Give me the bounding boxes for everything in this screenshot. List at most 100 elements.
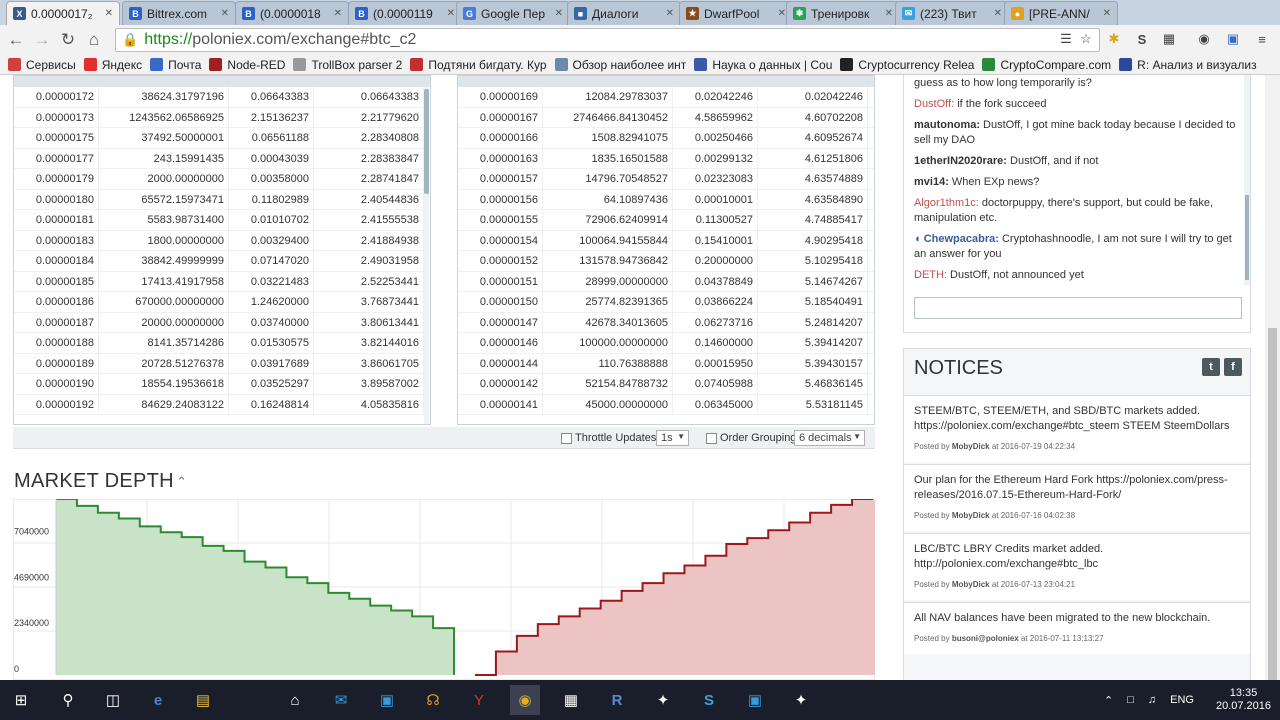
table-row[interactable]: 0.00000144 110.76388888 0.00015950 5.394301… (458, 353, 874, 374)
notice-author[interactable]: busoni@poloniex (952, 634, 1019, 643)
table-row[interactable]: 0.00000177 243.15991435 0.00043039 2.283838… (14, 148, 430, 169)
notice-author[interactable]: MobyDick (952, 511, 990, 520)
chat-username[interactable]: 1etherIN2020rare: (914, 155, 1007, 167)
skype-icon[interactable]: S (694, 685, 724, 715)
page-scrollbar-thumb[interactable] (1268, 328, 1277, 680)
app-window-icon[interactable]: ▣ (740, 685, 770, 715)
tab-5[interactable]: ■ Диалоги ✕ (567, 1, 681, 25)
table-row[interactable]: 0.00000185 17413.41917958 0.03221483 2.5225… (14, 271, 430, 292)
table-row[interactable]: 0.00000189 20728.51276378 0.03917689 3.8606… (14, 353, 430, 374)
table-row[interactable]: 0.00000155 72906.62409914 0.11300527 4.7488… (458, 210, 874, 231)
close-icon[interactable]: ✕ (666, 8, 674, 19)
throttle-select[interactable]: 1s ▼ (656, 430, 689, 446)
clock[interactable]: 13:35 20.07.2016 (1216, 687, 1271, 713)
table-row[interactable]: 0.00000184 38842.49999999 0.07147020 2.4903… (14, 251, 430, 272)
tab-4[interactable]: G Google Пер ✕ (456, 1, 570, 25)
table-row[interactable]: 0.00000183 1800.00000000 0.00329400 2.41884… (14, 230, 430, 251)
menu-icon[interactable]: ≡ (1251, 28, 1273, 50)
tab-9[interactable]: ● [PRE-ANN/ ✕ (1004, 1, 1118, 25)
table-row[interactable]: 0.00000169 12084.29783037 0.02042246 0.0204… (458, 87, 874, 108)
scrollbar-thumb[interactable] (424, 89, 429, 194)
home-app-icon[interactable]: ⌂ (280, 685, 310, 715)
tab-6[interactable]: ★ DwarfPool ✕ (679, 1, 793, 25)
chat-username[interactable]: DETH: (914, 269, 947, 281)
chat-username[interactable]: Algor1thm1c: (914, 197, 979, 209)
task-view-icon[interactable]: ◫ (98, 685, 128, 715)
reload-icon[interactable]: ↻ (55, 27, 81, 53)
close-icon[interactable]: ✕ (994, 8, 1002, 19)
close-icon[interactable]: ✕ (334, 8, 342, 19)
tab-7[interactable]: ✱ Тренировк ✕ (786, 1, 900, 25)
close-icon[interactable]: ✕ (221, 8, 229, 19)
volume-icon[interactable]: ♫ (1148, 694, 1156, 706)
chat-input[interactable] (914, 297, 1242, 319)
table-row[interactable]: 0.00000150 25774.82391365 0.03866224 5.1854… (458, 292, 874, 313)
bookmark-item[interactable]: Cryptocurrency Relea (840, 58, 974, 72)
tab-2[interactable]: B (0.0000018 ✕ (235, 1, 349, 25)
grouping-checkbox[interactable] (706, 433, 717, 444)
table-row[interactable]: 0.00000187 20000.00000000 0.03740000 3.8061… (14, 312, 430, 333)
grouping-select[interactable]: 6 decimals ▼ (794, 430, 865, 446)
table-row[interactable]: 0.00000154 100064.94155844 0.15410001 4.902… (458, 230, 874, 251)
table-row[interactable]: 0.00000142 52154.84788732 0.07405988 5.4683… (458, 374, 874, 395)
table-row[interactable]: 0.00000175 37492.50000001 0.06561188 2.2834… (14, 128, 430, 149)
language-indicator[interactable]: ENG (1170, 694, 1194, 706)
bookmark-item[interactable]: Node-RED (209, 58, 285, 72)
chat-username[interactable]: Chewpacabra: (924, 233, 999, 245)
table-row[interactable]: 0.00000192 84629.24083122 0.16248814 4.0583… (14, 394, 430, 415)
bookmark-item[interactable]: Почта (150, 58, 201, 72)
table-row[interactable]: 0.00000186 670000.00000000 1.24620000 3.768… (14, 292, 430, 313)
table-row[interactable]: 0.00000167 2746466.84130452 4.58659962 4.60… (458, 107, 874, 128)
close-icon[interactable]: ✕ (1103, 8, 1111, 19)
table-row[interactable]: 0.00000190 18554.19536618 0.03525297 3.8958… (14, 374, 430, 395)
tray-chevron-icon[interactable]: ⌃ (1104, 694, 1113, 707)
bookmark-item[interactable]: Наука о данных | Cou (694, 58, 832, 72)
close-icon[interactable]: ✕ (555, 8, 563, 19)
close-icon[interactable]: ✕ (105, 8, 113, 19)
r-app-icon[interactable]: R (602, 685, 632, 715)
back-icon[interactable]: ← (3, 27, 29, 53)
chat-scrollbar-thumb[interactable] (1245, 195, 1249, 280)
bookmark-item[interactable]: CryptoCompare.com (982, 58, 1111, 72)
table-row[interactable]: 0.00000181 5583.98731400 0.01010702 2.41555… (14, 210, 430, 231)
mail-app-icon[interactable]: ✉ (326, 685, 356, 715)
extension-s-icon[interactable]: S (1131, 28, 1153, 50)
bookmark-item[interactable]: Яндекс (83, 58, 142, 72)
file-explorer-icon[interactable]: ▤ (188, 685, 218, 715)
table-row[interactable]: 0.00000179 2000.00000000 0.00358000 2.28741… (14, 169, 430, 190)
facebook-icon[interactable]: f (1224, 358, 1242, 376)
table-row[interactable]: 0.00000163 1835.16501588 0.00299132 4.61251… (458, 148, 874, 169)
close-icon[interactable]: ✕ (885, 8, 893, 19)
table-row[interactable]: 0.00000173 1243562.06586925 2.15136237 2.21… (14, 107, 430, 128)
tab-8[interactable]: ✉ (223) Твит ✕ (895, 1, 1009, 25)
bookmark-item[interactable]: Обзор наиболее инт (554, 58, 686, 72)
windows-start-icon[interactable]: ⊞ (6, 685, 36, 715)
tab-0[interactable]: X 0.0000017₂ ✕ (6, 1, 120, 25)
bookmark-item[interactable]: Сервисы (8, 58, 76, 72)
table-row[interactable]: 0.00000151 28999.00000000 0.04378849 5.1467… (458, 271, 874, 292)
notice-author[interactable]: MobyDick (952, 442, 990, 451)
bookmark-item[interactable]: TrollBox parser 2 (293, 58, 402, 72)
throttle-checkbox[interactable] (561, 433, 572, 444)
close-icon[interactable]: ✕ (447, 8, 455, 19)
table-row[interactable]: 0.00000152 131578.94736842 0.20000000 5.102… (458, 251, 874, 272)
chat-username[interactable]: DustOff: (914, 98, 954, 110)
table-row[interactable]: 0.00000147 42678.34013605 0.06273716 5.2481… (458, 312, 874, 333)
home-icon[interactable]: ⌂ (81, 27, 107, 53)
table-row[interactable]: 0.00000188 8141.35714286 0.01530575 3.82144… (14, 333, 430, 354)
remote-desktop-icon[interactable]: ▣ (372, 685, 402, 715)
network-icon[interactable]: □ (1127, 694, 1134, 706)
app-icon[interactable]: ✦ (648, 685, 678, 715)
close-icon[interactable]: ✕ (778, 8, 786, 19)
bookmark-item[interactable]: R: Анализ и визуализ (1119, 58, 1257, 72)
table-row[interactable]: 0.00000166 1508.82941075 0.00250466 4.60952… (458, 128, 874, 149)
forward-icon[interactable]: → (29, 27, 55, 53)
search-icon[interactable]: ⚲ (53, 685, 83, 715)
extension-icon[interactable]: ✱ (1103, 28, 1125, 50)
yandex-browser-icon[interactable]: Y (464, 685, 494, 715)
twitter-icon[interactable]: t (1202, 358, 1220, 376)
chevron-up-icon[interactable]: ⌃ (176, 474, 187, 490)
chat-username[interactable]: mvi14: (914, 176, 949, 188)
address-bar[interactable]: 🔒 https:// poloniex.com/exchange#btc_c2 (115, 28, 1100, 52)
table-row[interactable]: 0.00000180 65572.15973471 0.11802989 2.4054… (14, 189, 430, 210)
